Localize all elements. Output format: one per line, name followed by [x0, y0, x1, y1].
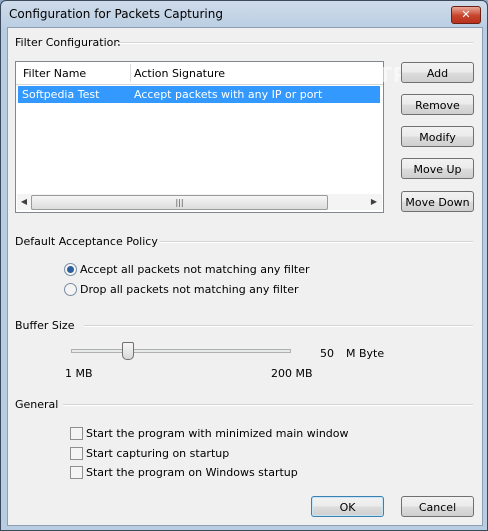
close-button[interactable]: ✕: [451, 6, 481, 24]
buffer-min-label: 1 MB: [65, 367, 93, 380]
buffer-group-divider: [84, 325, 473, 327]
scroll-left-icon[interactable]: ◀: [17, 194, 31, 210]
drop-all-label[interactable]: Drop all packets not matching any filter: [80, 283, 298, 296]
minimized-window-checkbox[interactable]: [70, 427, 83, 440]
move-up-button[interactable]: Move Up: [401, 158, 474, 179]
add-button[interactable]: Add: [401, 62, 474, 83]
accept-all-label[interactable]: Accept all packets not matching any filt…: [80, 263, 310, 276]
grip-icon: |||: [175, 198, 184, 207]
column-separator[interactable]: [130, 64, 131, 82]
general-group-divider: [63, 404, 473, 406]
windows-startup-checkbox[interactable]: [70, 466, 83, 479]
general-group-label: General: [15, 398, 59, 411]
title-bar[interactable]: Configuration for Packets Capturing ✕: [1, 1, 487, 27]
buffer-slider-thumb[interactable]: [122, 342, 134, 360]
filter-group-label: Filter Configuration: [15, 36, 121, 49]
cancel-button[interactable]: Cancel: [401, 496, 474, 517]
ok-button[interactable]: OK: [311, 496, 384, 517]
scroll-thumb[interactable]: |||: [31, 195, 328, 210]
policy-group-label: Default Acceptance Policy: [15, 235, 158, 248]
buffer-group-label: Buffer Size: [15, 319, 75, 332]
horizontal-scrollbar[interactable]: ◀ ||| ▶: [17, 194, 382, 210]
filter-list[interactable]: Filter Name Action Signature Softpedia T…: [15, 61, 384, 213]
scroll-right-icon[interactable]: ▶: [367, 194, 381, 210]
windows-startup-label[interactable]: Start the program on Windows startup: [86, 466, 298, 479]
remove-button[interactable]: Remove: [401, 94, 474, 115]
window-title: Configuration for Packets Capturing: [9, 7, 223, 21]
modify-button[interactable]: Modify: [401, 126, 474, 147]
dialog-client-area: Filter Configuration Filter Name Action …: [7, 27, 483, 526]
buffer-max-label: 200 MB: [271, 367, 313, 380]
buffer-unit: M Byte: [346, 347, 385, 360]
filter-name-cell: Softpedia Test: [22, 88, 100, 101]
drop-all-radio[interactable]: [64, 283, 77, 296]
column-header-action-signature[interactable]: Action Signature: [134, 67, 225, 80]
column-header-filter-name[interactable]: Filter Name: [23, 67, 86, 80]
close-icon: ✕: [461, 8, 471, 21]
dialog-window: Configuration for Packets Capturing ✕ Fi…: [0, 0, 488, 531]
move-down-button[interactable]: Move Down: [401, 191, 474, 212]
minimized-window-label[interactable]: Start the program with minimized main wi…: [86, 427, 349, 440]
buffer-value: 50: [320, 347, 334, 360]
filter-list-row[interactable]: Softpedia Test Accept packets with any I…: [18, 86, 380, 103]
capture-on-startup-label[interactable]: Start capturing on startup: [86, 447, 229, 460]
policy-group-divider: [160, 241, 473, 243]
radio-selected-dot: [67, 266, 74, 273]
capture-on-startup-checkbox[interactable]: [70, 447, 83, 460]
filter-group-divider: [118, 42, 473, 44]
filter-list-header: Filter Name Action Signature: [16, 62, 383, 85]
action-signature-cell: Accept packets with any IP or port: [134, 88, 323, 101]
accept-all-radio[interactable]: [64, 263, 77, 276]
buffer-slider-track[interactable]: [71, 349, 291, 353]
